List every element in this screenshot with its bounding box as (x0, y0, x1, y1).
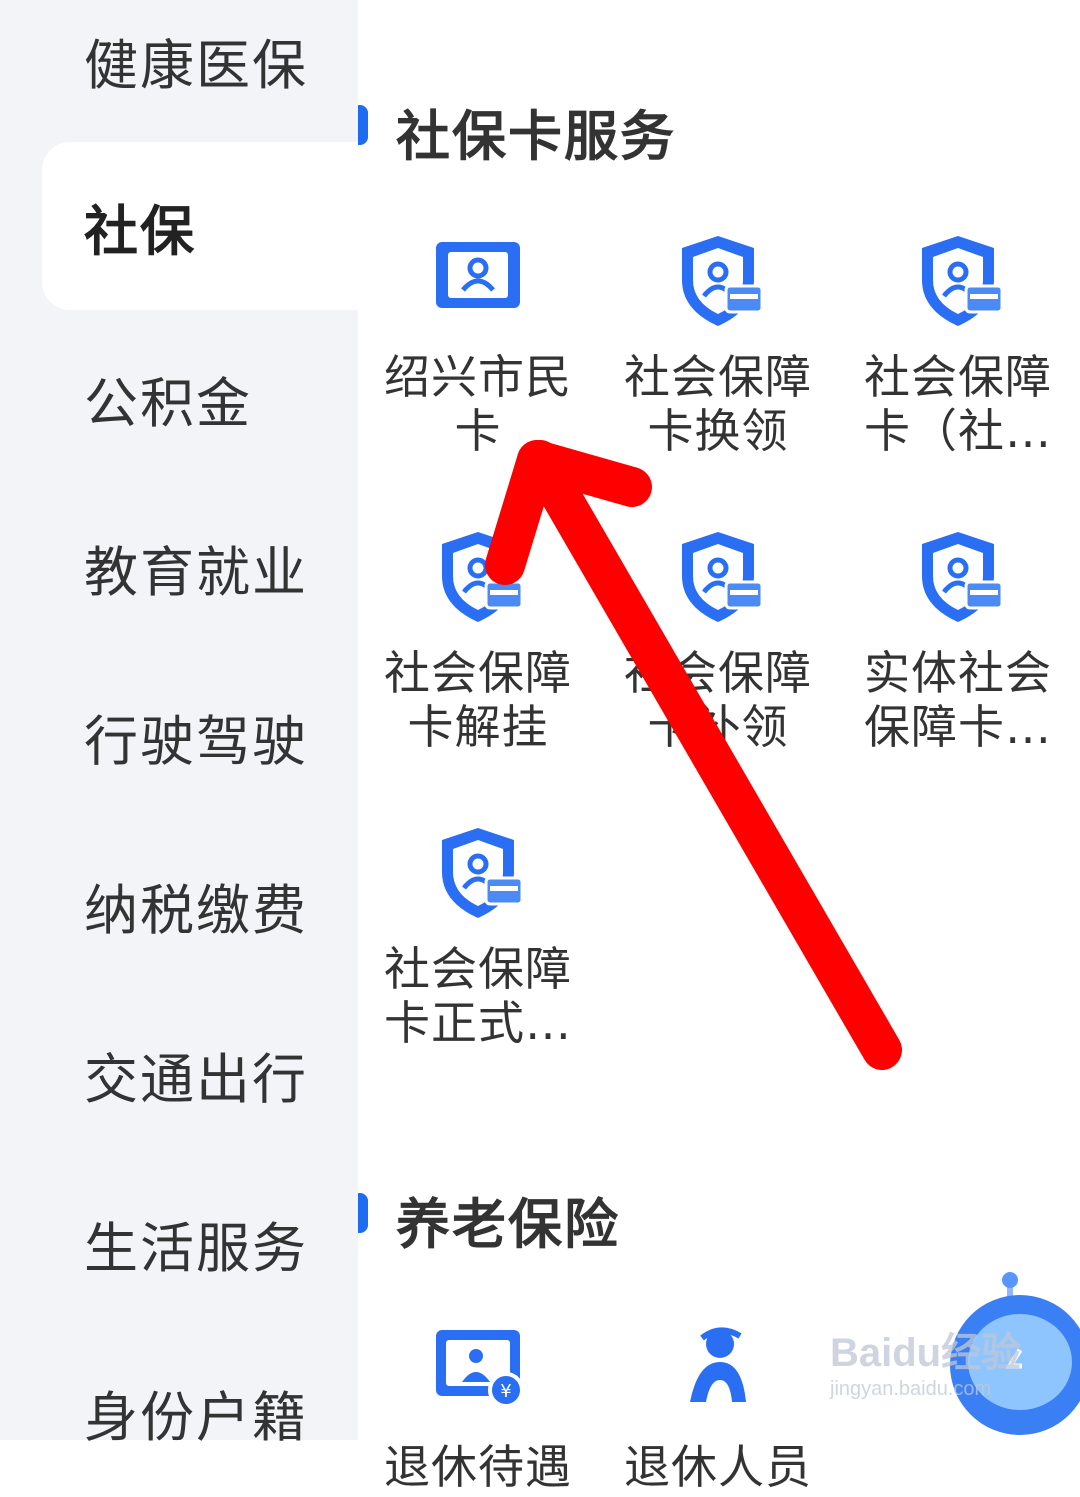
baidu-watermark: Baidu经验 jingyan.baidu.com (830, 1320, 1021, 1401)
service-label-line1: 退休待遇 (384, 1440, 572, 1494)
service-label-line2: 卡 (454, 404, 502, 458)
service-label-line1: 社会保障 (864, 350, 1052, 404)
section-title: 社保卡服务 (396, 105, 676, 168)
shield-card-icon (682, 532, 764, 622)
sidebar-item-label: 纳税缴费 (84, 878, 308, 942)
svg-text:¥: ¥ (500, 1381, 511, 1402)
service-ss-card-unfreeze[interactable]: 社会保障 卡解挂 (368, 528, 588, 754)
citizen-card-icon (436, 242, 520, 308)
sidebar-item-label: 交通出行 (84, 1047, 308, 1111)
service-label-line2: 卡（社… (864, 404, 1052, 458)
service-panel: 社保卡服务 绍兴市民卡 社会保障 卡换领 社会保障卡（社… 社会保障 卡解挂 社… (358, 0, 1080, 1494)
shield-card-icon (922, 236, 1004, 326)
service-label-line1: 实体社会 (864, 646, 1052, 700)
retiree-icon (690, 1327, 746, 1402)
service-label-line2: 卡正式… (384, 996, 572, 1050)
service-ss-card-renewal[interactable]: 社会保障 卡换领 (608, 232, 828, 458)
sidebar-item-label: 教育就业 (84, 540, 308, 604)
service-label-line1: 绍兴市民 (384, 350, 572, 404)
sidebar-item-life[interactable]: 生活服务 (0, 1158, 358, 1328)
service-label-line2: 保障卡… (864, 700, 1052, 754)
sidebar-item-transport[interactable]: 交通出行 (0, 989, 358, 1159)
service-label-line1: 退休人员 (624, 1440, 812, 1494)
service-label-line1: 社会保障 (624, 350, 812, 404)
service-pension-payment[interactable]: ¥ 退休待遇 (368, 1322, 588, 1494)
service-label-line1: 社会保障 (384, 942, 572, 996)
shield-card-icon (682, 236, 764, 326)
service-label-line2: 卡解挂 (407, 700, 549, 754)
sidebar-item-label: 公积金 (84, 371, 252, 435)
service-retiree[interactable]: 退休人员 (608, 1322, 828, 1494)
sidebar-item-label: 行驶驾驶 (84, 709, 308, 773)
service-label-line2: 卡补领 (647, 700, 789, 754)
service-ss-card-formal[interactable]: 社会保障 卡正式… (368, 824, 588, 1050)
section-marker (358, 1193, 368, 1233)
service-label-line2: 卡换领 (647, 404, 789, 458)
category-sidebar: 健康医保 社保 公积金 教育就业 行驶驾驶 纳税缴费 交通出行 生活服务 身份户… (0, 0, 358, 1449)
sidebar-item-tax[interactable]: 纳税缴费 (0, 820, 358, 990)
service-label-line1: 社会保障 (624, 646, 812, 700)
service-physical-ss-card[interactable]: 实体社会 保障卡… (848, 528, 1068, 754)
service-ss-card-reissue[interactable]: 社会保障 卡补领 (608, 528, 828, 754)
sidebar-item-education[interactable]: 教育就业 (0, 482, 358, 652)
sidebar-item-housing-fund[interactable]: 公积金 (0, 313, 358, 483)
watermark-logo: Baidu经验 (830, 1331, 1022, 1375)
watermark-url: jingyan.baidu.com (830, 1378, 992, 1400)
service-label-line1: 社会保障 (384, 646, 572, 700)
pension-payment-icon: ¥ (436, 1330, 524, 1408)
sidebar-item-social-security[interactable]: 社保 (42, 142, 358, 310)
sidebar-item-label: 健康医保 (84, 33, 308, 97)
sidebar-item-household[interactable]: 身份户籍 (0, 1327, 358, 1497)
sidebar-item-health[interactable]: 健康医保 (0, 0, 358, 145)
service-shaoxing-citizen-card[interactable]: 绍兴市民卡 (368, 232, 588, 458)
shield-card-icon (922, 532, 1004, 622)
service-ss-card-social[interactable]: 社会保障 卡（社… (848, 232, 1068, 458)
sidebar-item-driving[interactable]: 行驶驾驶 (0, 651, 358, 821)
section-marker (358, 105, 368, 145)
shield-card-icon (442, 828, 524, 918)
sidebar-item-label: 生活服务 (84, 1216, 308, 1280)
sidebar-item-label: 社保 (84, 199, 196, 263)
shield-card-icon (442, 532, 524, 622)
section-title: 养老保险 (396, 1193, 620, 1256)
